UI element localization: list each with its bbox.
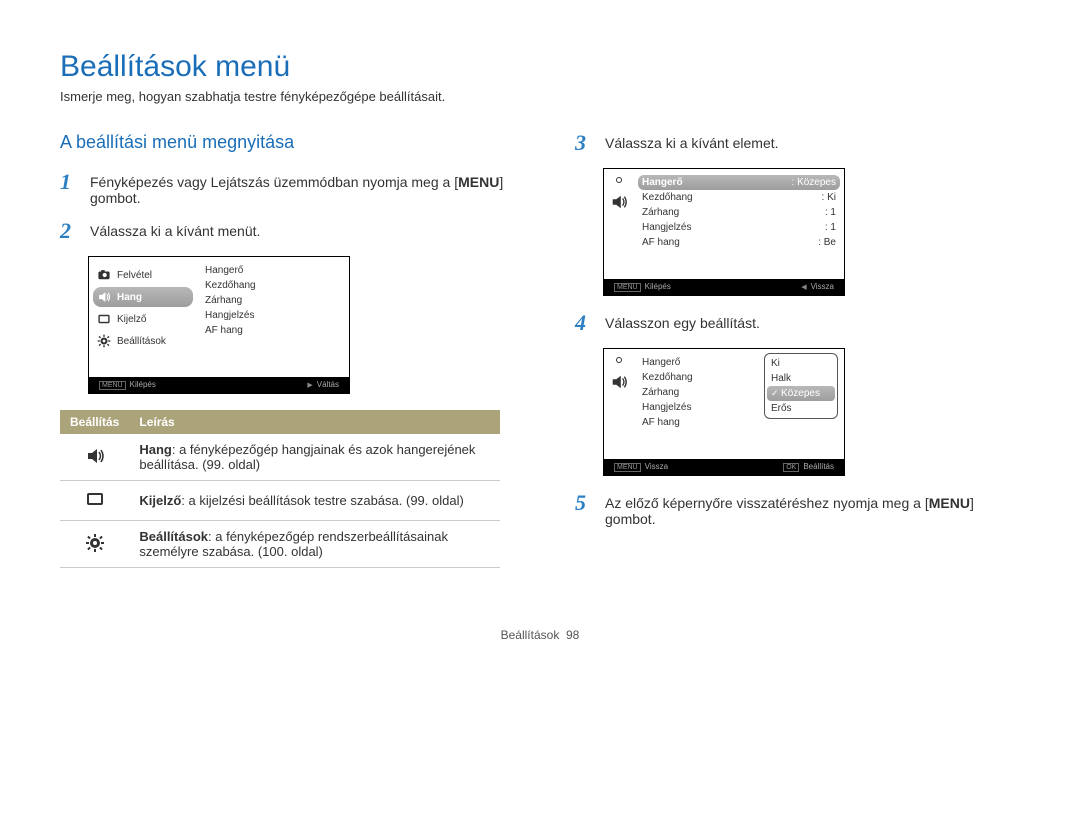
lcd-footer-set: Beállítás bbox=[803, 462, 834, 471]
setting-key: Zárhang bbox=[642, 207, 825, 218]
menu-button-icon: MENU bbox=[614, 463, 641, 472]
lcd-footer-back: Vissza bbox=[801, 282, 834, 292]
gear-icon bbox=[97, 334, 111, 348]
setting-value: : Be bbox=[818, 237, 836, 248]
setting-key: Kezdőhang bbox=[642, 192, 822, 203]
setting-row: AF hang: Be bbox=[642, 235, 836, 250]
page-title: Beállítások menü bbox=[60, 50, 1020, 84]
sound-icon bbox=[610, 373, 628, 394]
step-5-post: gombot. bbox=[605, 511, 656, 527]
step-1: 1 Fényképezés vagy Lejátszás üzemmódban … bbox=[60, 171, 505, 206]
footer-section: Beállítások bbox=[501, 628, 560, 642]
step-3-text: Válassza ki a kívánt elemet. bbox=[605, 135, 779, 154]
menu-button-icon: MENU bbox=[99, 381, 126, 390]
step-4-text: Válasszon egy beállítást. bbox=[605, 315, 760, 334]
menu-item-label: Hang bbox=[117, 292, 142, 303]
step-number: 4 bbox=[575, 312, 593, 334]
menu-item-label: Beállítások bbox=[117, 336, 166, 347]
desc-text: Beállítások: a fényképezőgép rendszerbeá… bbox=[129, 521, 500, 568]
menu-button-label: MENU bbox=[458, 174, 499, 190]
footer-page-number: 98 bbox=[566, 628, 579, 642]
desc-th-description: Leírás bbox=[129, 410, 500, 434]
menu-item-label: Felvétel bbox=[117, 270, 152, 281]
desc-row: Kijelző: a kijelzési beállítások testre … bbox=[60, 481, 500, 521]
options-popup: KiHalkKözepesErős bbox=[764, 353, 838, 419]
camera-icon bbox=[97, 268, 111, 282]
dot-icon bbox=[616, 357, 622, 363]
lcd-footer-exit: Kilépés bbox=[645, 282, 671, 291]
step-3: 3 Válassza ki a kívánt elemet. bbox=[575, 132, 1020, 154]
setting-value: : Közepes bbox=[792, 177, 836, 188]
step-4: 4 Válasszon egy beállítást. bbox=[575, 312, 1020, 334]
sound-icon bbox=[97, 290, 111, 304]
lcd-footer-exit: Kilépés bbox=[130, 380, 156, 389]
desc-row: Hang: a fényképezőgép hangjainak és azok… bbox=[60, 434, 500, 481]
menu-item-label: Kijelző bbox=[117, 314, 146, 325]
setting-key: AF hang bbox=[642, 237, 818, 248]
menu-button-icon: MENU bbox=[614, 283, 641, 292]
popup-option: Közepes bbox=[767, 386, 835, 401]
popup-option: Erős bbox=[765, 401, 837, 416]
step-2-text: Válassza ki a kívánt menüt. bbox=[90, 223, 260, 242]
ok-button-icon: OK bbox=[783, 463, 799, 472]
step-2: 2 Válassza ki a kívánt menüt. bbox=[60, 220, 505, 242]
step-1-post: gombot. bbox=[90, 190, 141, 206]
menu-item-hang: Hang bbox=[93, 287, 193, 307]
menu-item-kijelző: Kijelző bbox=[93, 309, 193, 329]
desc-th-setting: Beállítás bbox=[60, 410, 129, 434]
page-footer: Beállítások 98 bbox=[60, 628, 1020, 642]
setting-key: Hangjelzés bbox=[642, 222, 825, 233]
step-number: 1 bbox=[60, 171, 78, 206]
setting-row: Hangjelzés: 1 bbox=[642, 220, 836, 235]
menu-item-beállítások: Beállítások bbox=[93, 331, 193, 351]
setting-row: Kezdőhang: Ki bbox=[642, 190, 836, 205]
sound-icon bbox=[60, 434, 129, 481]
setting-value: : 1 bbox=[825, 207, 836, 218]
step-number: 2 bbox=[60, 220, 78, 242]
desc-row: Beállítások: a fényképezőgép rendszerbeá… bbox=[60, 521, 500, 568]
submenu-item: Kezdőhang bbox=[205, 278, 341, 293]
menu-item-felvétel: Felvétel bbox=[93, 265, 193, 285]
setting-row: Zárhang: 1 bbox=[642, 205, 836, 220]
dot-icon bbox=[616, 177, 622, 183]
lcd-footer-back: Vissza bbox=[645, 462, 668, 471]
step-5: 5 Az előző képernyőre visszatéréshez nyo… bbox=[575, 492, 1020, 527]
lcd-screenshot-setting: HangerőKezdőhangZárhangHangjelzésAF hang… bbox=[603, 348, 845, 476]
setting-row: Hangerő: Közepes bbox=[638, 175, 840, 190]
submenu-item: Zárhang bbox=[205, 293, 341, 308]
menu-button-label: MENU bbox=[929, 495, 970, 511]
lead-text: Ismerje meg, hogyan szabhatja testre fén… bbox=[60, 89, 1020, 104]
step-number: 5 bbox=[575, 492, 593, 527]
display-icon bbox=[60, 481, 129, 521]
popup-option: Ki bbox=[765, 356, 837, 371]
gear-icon bbox=[60, 521, 129, 568]
setting-key: Hangerő bbox=[642, 177, 792, 188]
display-icon bbox=[97, 312, 111, 326]
sound-icon bbox=[610, 193, 628, 214]
submenu-item: AF hang bbox=[205, 323, 341, 338]
popup-option: Halk bbox=[765, 371, 837, 386]
description-table: Beállítás Leírás Hang: a fényképezőgép h… bbox=[60, 410, 500, 568]
desc-text: Hang: a fényképezőgép hangjainak és azok… bbox=[129, 434, 500, 481]
step-5-pre: Az előző képernyőre visszatéréshez nyomj… bbox=[605, 495, 925, 511]
step-1-pre: Fényképezés vagy Lejátszás üzemmódban ny… bbox=[90, 174, 454, 190]
section-heading: A beállítási menü megnyitása bbox=[60, 132, 505, 153]
submenu-item: Hangerő bbox=[205, 263, 341, 278]
setting-value: : 1 bbox=[825, 222, 836, 233]
step-number: 3 bbox=[575, 132, 593, 154]
desc-text: Kijelző: a kijelzési beállítások testre … bbox=[129, 481, 500, 521]
lcd-footer-switch: Váltás bbox=[307, 380, 339, 390]
lcd-screenshot-menus: Felvétel Hang Kijelző Beállítások HangerőKe… bbox=[88, 256, 350, 394]
submenu-item: Hangjelzés bbox=[205, 308, 341, 323]
lcd-screenshot-items: Hangerő: KözepesKezdőhang: KiZárhang: 1H… bbox=[603, 168, 845, 296]
setting-value: : Ki bbox=[822, 192, 836, 203]
